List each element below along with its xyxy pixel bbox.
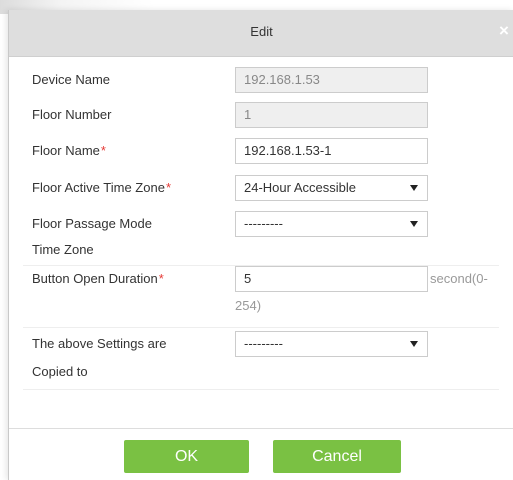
close-icon[interactable]: × (496, 22, 512, 39)
chevron-down-icon (410, 341, 418, 347)
device-name-row: Device Name 192.168.1.53 (9, 62, 499, 98)
copy-to-select[interactable]: --------- (235, 331, 428, 357)
edit-dialog: Edit × Device Name 192.168.1.53 Floor Nu… (8, 10, 513, 480)
row-divider (23, 389, 499, 390)
passage-mode-select[interactable]: --------- (235, 211, 428, 237)
duration-unit-line2: 254) (235, 298, 262, 313)
active-time-zone-row: Floor Active Time Zone* 24-Hour Accessib… (9, 170, 499, 206)
floor-name-row: Floor Name* 192.168.1.53-1 (9, 134, 499, 170)
footer-divider (9, 428, 513, 429)
cancel-button[interactable]: Cancel (273, 440, 401, 473)
passage-mode-value: --------- (244, 216, 283, 231)
floor-number-field: 1 (235, 102, 428, 128)
active-time-zone-select[interactable]: 24-Hour Accessible (235, 175, 428, 201)
device-name-field: 192.168.1.53 (235, 67, 428, 93)
passage-mode-row: Floor Passage Mode Time Zone --------- (9, 206, 499, 266)
dialog-title-bar: Edit × (9, 10, 513, 57)
required-mark: * (158, 271, 164, 286)
chevron-down-icon (410, 185, 418, 191)
active-time-zone-label: Floor Active Time Zone* (32, 180, 172, 195)
open-duration-label: Button Open Duration* (32, 271, 164, 286)
copy-to-value: --------- (244, 336, 283, 351)
dialog-title: Edit (250, 24, 273, 39)
passage-mode-label-line2: Time Zone (32, 242, 94, 257)
open-duration-input[interactable]: 5 (235, 266, 428, 292)
chevron-down-icon (410, 221, 418, 227)
required-mark: * (165, 180, 172, 195)
open-duration-row: Button Open Duration* 5 second(0- 254) (9, 266, 499, 328)
floor-number-label: Floor Number (32, 107, 112, 122)
copy-to-row: The above Settings are Copied to -------… (9, 328, 499, 390)
copy-to-label-line2: Copied to (32, 364, 88, 379)
floor-name-label: Floor Name* (32, 143, 106, 158)
device-name-label: Device Name (32, 72, 111, 87)
passage-mode-label-line1: Floor Passage Mode (32, 216, 152, 231)
copy-to-label-line1: The above Settings are (32, 336, 167, 351)
floor-name-input[interactable]: 192.168.1.53-1 (235, 138, 428, 164)
duration-unit-line1: second(0- (430, 271, 488, 286)
ok-button[interactable]: OK (124, 440, 249, 473)
floor-number-row: Floor Number 1 (9, 98, 499, 134)
active-time-zone-value: 24-Hour Accessible (244, 180, 356, 195)
required-mark: * (100, 143, 106, 158)
